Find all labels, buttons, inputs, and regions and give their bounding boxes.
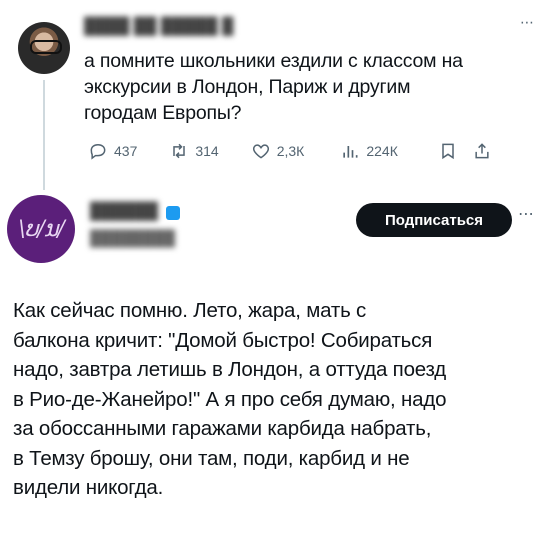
views-button[interactable]: 224К: [340, 141, 398, 161]
share-button[interactable]: [472, 141, 492, 161]
avatar-logo-text: \ບ/ນ/: [18, 216, 64, 242]
tweet-actions: 437 314 2,3К 224К: [88, 140, 533, 162]
reply-count: 437: [114, 143, 138, 159]
more-icon[interactable]: ⋯: [518, 204, 535, 224]
like-button[interactable]: 2,3К: [251, 141, 305, 161]
like-icon: [252, 144, 269, 159]
reply-button[interactable]: 437: [88, 141, 137, 161]
avatar[interactable]: [18, 22, 70, 74]
subscribe-button[interactable]: Подписаться: [356, 203, 512, 237]
more-icon[interactable]: ⋯: [520, 14, 534, 31]
reply-icon: [90, 143, 106, 160]
retweet-button[interactable]: 314: [169, 141, 219, 161]
retweet-count: 314: [195, 143, 219, 159]
verified-badge-icon: [166, 206, 180, 220]
thread-line: [43, 80, 45, 190]
tweet-text: Как сейчас помню. Лето, жара, мать с бал…: [13, 299, 447, 499]
glasses-detail: [30, 40, 62, 54]
retweet-icon: [173, 143, 186, 159]
tweet-text: а помните школьники ездили с классом на …: [84, 50, 463, 124]
views-count: 224К: [366, 143, 398, 159]
views-icon: [343, 146, 358, 158]
like-count: 2,3К: [276, 143, 305, 159]
bookmark-icon: [442, 143, 454, 160]
author-handle[interactable]: ████████: [90, 230, 175, 247]
share-icon: [475, 143, 489, 159]
bookmark-button[interactable]: [438, 141, 458, 161]
author-name[interactable]: ████ ██ █████ █: [84, 18, 233, 36]
author-name[interactable]: ██████: [90, 203, 158, 221]
avatar[interactable]: \ບ/ນ/: [7, 195, 75, 263]
